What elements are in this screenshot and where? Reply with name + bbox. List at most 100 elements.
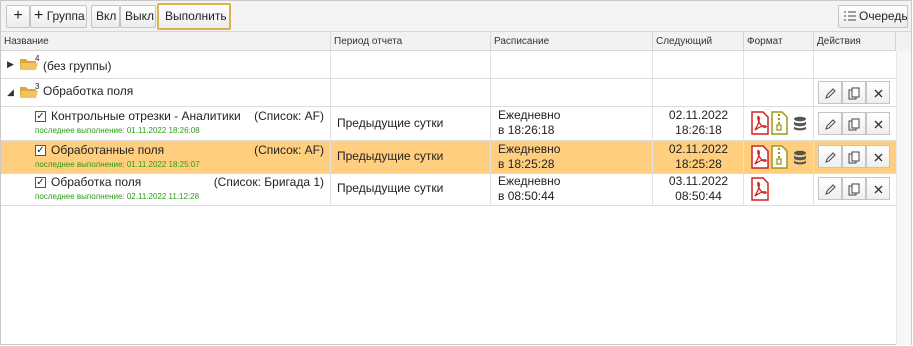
archive-icon[interactable] <box>771 111 788 135</box>
list-icon <box>844 11 856 21</box>
next-run-date: 03.11.2022 <box>668 174 729 188</box>
pdf-icon[interactable] <box>751 111 769 135</box>
expand-arrow-icon[interactable]: ▶ <box>7 59 14 70</box>
empty-cell <box>331 51 491 78</box>
report-name: Обработка поля <box>51 175 142 189</box>
column-schedule-label: Расписание <box>494 36 550 47</box>
enable-checkbox[interactable]: ✓ <box>35 111 46 122</box>
pencil-icon <box>825 152 836 163</box>
close-icon <box>874 153 883 162</box>
queue-label: Очередь <box>859 9 908 23</box>
report-list: (Список: AF) <box>254 109 324 123</box>
group-actions-cell <box>814 79 896 106</box>
group-count: 3 <box>35 82 40 91</box>
copy-icon <box>848 151 860 164</box>
queue-button[interactable]: Очередь <box>838 5 908 28</box>
report-row-selected[interactable]: ✓ Обработанные поля (Список: AF) последн… <box>1 141 896 174</box>
toolbar: + + Группа Вкл Выкл Выполнить Очередь <box>1 1 911 32</box>
schedule-frequency: Ежедневно <box>498 108 561 122</box>
period-text: Предыдущие сутки <box>337 149 444 163</box>
pdf-icon[interactable] <box>751 177 769 201</box>
enable-button[interactable]: Вкл <box>91 5 120 28</box>
collapse-arrow-icon[interactable]: ◢ <box>7 87 14 98</box>
copy-icon <box>848 118 860 131</box>
empty-cell <box>744 51 814 78</box>
next-run-date: 02.11.2022 <box>668 108 729 122</box>
group-row[interactable]: ◢ 3 Обработка поля <box>1 79 896 107</box>
plus-icon: + <box>34 7 44 24</box>
delete-button[interactable] <box>866 81 890 104</box>
column-period-label: Период отчета <box>334 36 403 47</box>
copy-button[interactable] <box>842 81 866 104</box>
last-run-text: последнее выполнение: 01.11.2022 18:25:0… <box>35 160 200 169</box>
report-row[interactable]: ✓ Обработка поля (Список: Бригада 1) пос… <box>1 174 896 206</box>
next-run-time: 08:50:44 <box>675 189 722 203</box>
enable-checkbox[interactable]: ✓ <box>35 145 46 156</box>
column-header-format[interactable]: Формат <box>744 32 814 51</box>
report-name-cell: ✓ Контрольные отрезки - Аналитики (Списо… <box>1 107 331 140</box>
column-header-next[interactable]: Следующий <box>653 32 744 51</box>
delete-button[interactable] <box>866 177 890 200</box>
last-run-text: последнее выполнение: 01.11.2022 18:26:0… <box>35 126 200 135</box>
next-run-cell: 03.11.2022 08:50:44 <box>653 174 744 205</box>
schedule-time: в 08:50:44 <box>498 189 555 203</box>
format-cell <box>744 141 814 173</box>
schedule-cell: Ежедневно в 18:26:18 <box>491 107 653 140</box>
period-cell: Предыдущие сутки <box>331 141 491 173</box>
edit-button[interactable] <box>818 112 842 135</box>
report-list: (Список: Бригада 1) <box>213 175 324 189</box>
edit-button[interactable] <box>818 177 842 200</box>
add-report-button[interactable]: + <box>6 5 30 28</box>
copy-button[interactable] <box>842 177 866 200</box>
copy-icon <box>848 183 860 196</box>
copy-button[interactable] <box>842 112 866 135</box>
disable-button[interactable]: Выкл <box>120 5 156 28</box>
run-label: Выполнить <box>165 9 227 23</box>
schedule-cell: Ежедневно в 08:50:44 <box>491 174 653 205</box>
schedule-time: в 18:25:28 <box>498 157 555 171</box>
vertical-scrollbar[interactable] <box>896 51 911 345</box>
database-icon[interactable] <box>793 116 807 131</box>
copy-button[interactable] <box>842 145 866 168</box>
column-header-period[interactable]: Период отчета <box>331 32 491 51</box>
format-cell <box>744 107 814 140</box>
period-cell: Предыдущие сутки <box>331 107 491 140</box>
enable-label: Вкл <box>96 9 117 23</box>
group-name-cell: ▶ 4 (без группы) <box>1 51 331 78</box>
edit-button[interactable] <box>818 81 842 104</box>
delete-button[interactable] <box>866 145 890 168</box>
database-icon[interactable] <box>793 150 807 165</box>
delete-button[interactable] <box>866 112 890 135</box>
close-icon <box>874 89 883 98</box>
report-row[interactable]: ✓ Контрольные отрезки - Аналитики (Списо… <box>1 107 896 141</box>
column-header-schedule[interactable]: Расписание <box>491 32 653 51</box>
pencil-icon <box>825 184 836 195</box>
pdf-icon[interactable] <box>751 145 769 169</box>
next-run-time: 18:25:28 <box>675 157 722 171</box>
run-button[interactable]: Выполнить <box>157 3 231 30</box>
report-name: Обработанные поля <box>51 143 165 157</box>
enable-checkbox[interactable]: ✓ <box>35 177 46 188</box>
report-scheduler-panel: + + Группа Вкл Выкл Выполнить Очередь На… <box>0 0 912 345</box>
close-icon <box>874 120 883 129</box>
next-run-cell: 02.11.2022 18:26:18 <box>653 107 744 140</box>
period-cell: Предыдущие сутки <box>331 174 491 205</box>
empty-cell <box>653 79 744 106</box>
table-header: Название Период отчета Расписание Следую… <box>1 32 911 51</box>
schedule-time: в 18:26:18 <box>498 123 555 137</box>
plus-icon: + <box>13 7 23 24</box>
edit-button[interactable] <box>818 145 842 168</box>
actions-cell <box>814 107 896 140</box>
group-row[interactable]: ▶ 4 (без группы) <box>1 51 896 79</box>
format-cell <box>744 174 814 205</box>
report-name-cell: ✓ Обработанные поля (Список: AF) последн… <box>1 141 331 173</box>
column-header-name[interactable]: Название <box>1 32 331 51</box>
add-group-button[interactable]: + Группа <box>30 5 87 28</box>
archive-icon[interactable] <box>771 145 788 169</box>
column-header-actions[interactable]: Действия <box>814 32 896 51</box>
empty-cell <box>331 79 491 106</box>
pencil-icon <box>825 119 836 130</box>
group-name-cell: ◢ 3 Обработка поля <box>1 79 331 106</box>
column-format-label: Формат <box>747 36 783 47</box>
empty-cell <box>814 51 896 78</box>
